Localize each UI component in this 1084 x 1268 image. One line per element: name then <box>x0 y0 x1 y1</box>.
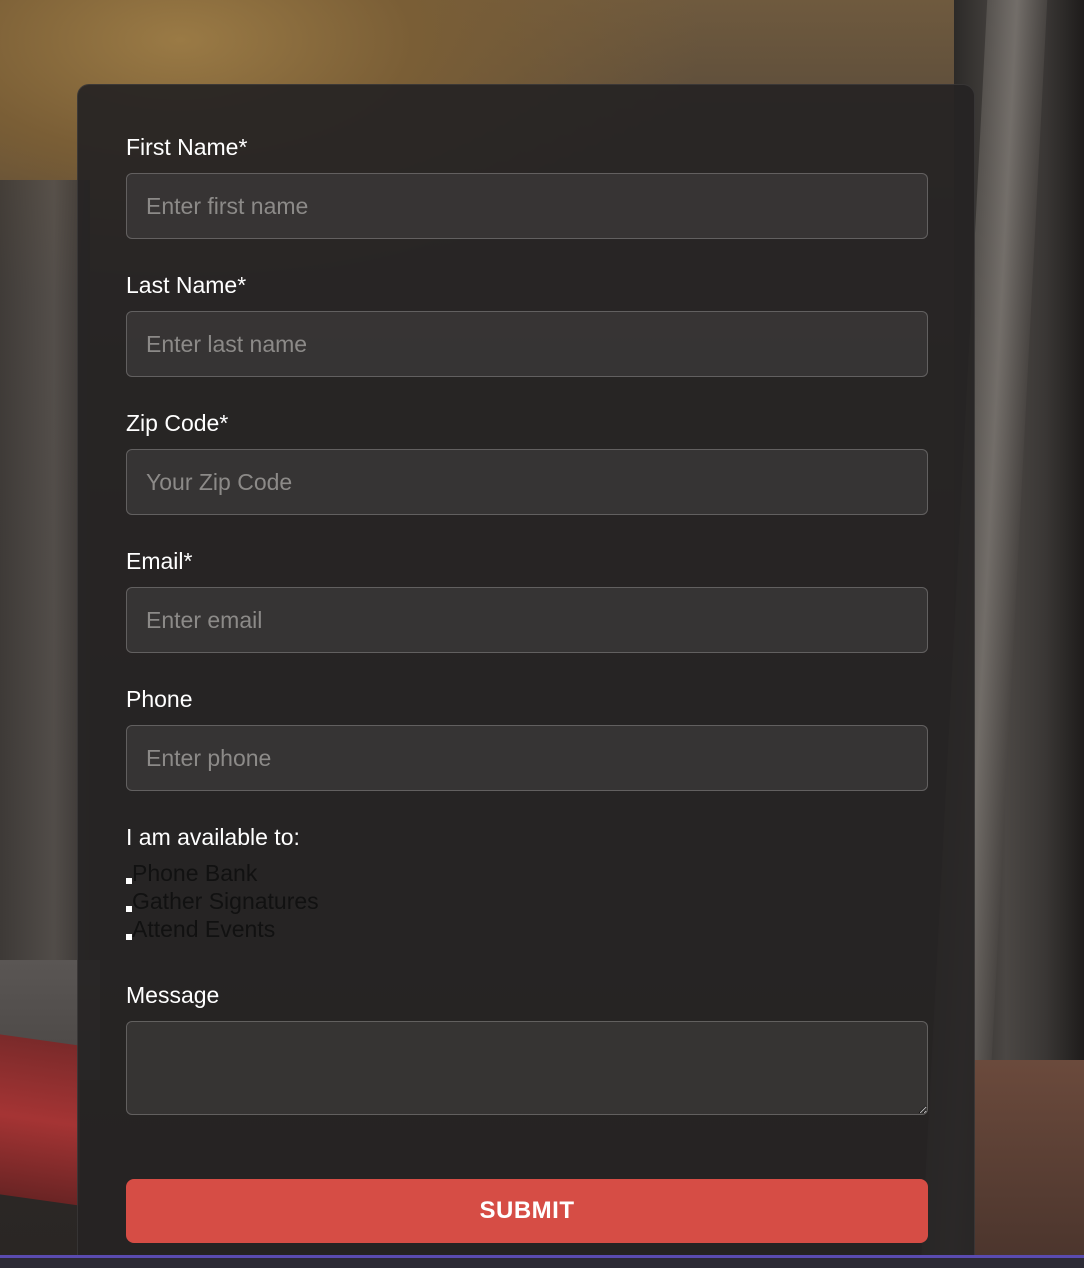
first-name-input[interactable] <box>126 173 928 239</box>
first-name-field: First Name* <box>126 133 928 239</box>
volunteer-form: First Name* Last Name* Zip Code* Email* … <box>77 84 975 1268</box>
background-red-curb <box>0 1034 80 1206</box>
phone-input[interactable] <box>126 725 928 791</box>
last-name-field: Last Name* <box>126 271 928 377</box>
option-phone-bank[interactable]: Phone Bank <box>126 859 926 887</box>
availability-label: I am available to: <box>126 824 300 850</box>
availability-options: Phone Bank Gather Signatures Attend Even… <box>126 859 926 943</box>
email-input[interactable] <box>126 587 928 653</box>
phone-bank-label: Phone Bank <box>132 860 258 886</box>
availability-group: I am available to: Phone Bank Gather Sig… <box>126 823 926 943</box>
last-name-label: Last Name* <box>126 272 247 298</box>
first-name-label: First Name* <box>126 134 248 160</box>
zip-code-field: Zip Code* <box>126 409 928 515</box>
zip-code-input[interactable] <box>126 449 928 515</box>
phone-field: Phone <box>126 685 928 791</box>
gather-signatures-label: Gather Signatures <box>132 888 319 914</box>
phone-label: Phone <box>126 686 193 712</box>
last-name-input[interactable] <box>126 311 928 377</box>
message-label: Message <box>126 982 220 1008</box>
option-attend-events[interactable]: Attend Events <box>126 915 926 943</box>
message-textarea[interactable] <box>126 1021 928 1115</box>
submit-button[interactable]: SUBMIT <box>126 1179 928 1243</box>
bottom-border <box>0 1255 1084 1268</box>
zip-code-label: Zip Code* <box>126 410 229 436</box>
option-gather-signatures[interactable]: Gather Signatures <box>126 887 926 915</box>
message-field: Message <box>126 981 928 1115</box>
page: First Name* Last Name* Zip Code* Email* … <box>0 0 1084 1268</box>
background-ground <box>974 1060 1084 1268</box>
attend-events-label: Attend Events <box>132 916 276 942</box>
email-label: Email* <box>126 548 193 574</box>
email-field: Email* <box>126 547 928 653</box>
